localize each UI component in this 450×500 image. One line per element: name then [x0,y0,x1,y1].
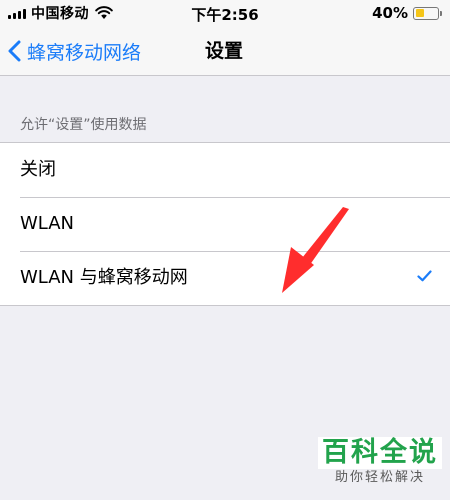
section-header: 允许“设置”使用数据 [20,117,147,133]
watermark-subtitle: 助你轻松解决 [334,470,425,485]
back-button-label: 蜂窝移动网络 [27,41,142,64]
status-right: 40% [372,4,442,22]
data-access-options-list: 关闭 WLAN WLAN 与蜂窝移动网 [0,142,450,306]
back-button[interactable]: 蜂窝移动网络 [8,34,141,68]
battery-percent: 40% [372,4,408,22]
option-label: WLAN 与蜂窝移动网 [20,267,188,288]
option-wlan[interactable]: WLAN [0,197,450,251]
navigation-bar: 蜂窝移动网络 设置 [0,26,450,76]
status-bar: 中国移动 下午2:56 40% [0,0,450,26]
checkmark-icon [417,270,432,282]
battery-icon [413,6,439,20]
chevron-left-icon [8,40,21,62]
option-label: 关闭 [20,159,56,180]
page-title: 设置 [205,40,244,62]
watermark-title: 百科全说 [318,437,442,469]
option-label: WLAN [20,213,75,234]
battery-level [415,9,424,17]
battery-cap [440,10,442,16]
option-wlan-and-cellular[interactable]: WLAN 与蜂窝移动网 [0,251,450,305]
option-off[interactable]: 关闭 [0,143,450,197]
watermark-logo: 百科全说 助你轻松解决 [318,437,442,487]
